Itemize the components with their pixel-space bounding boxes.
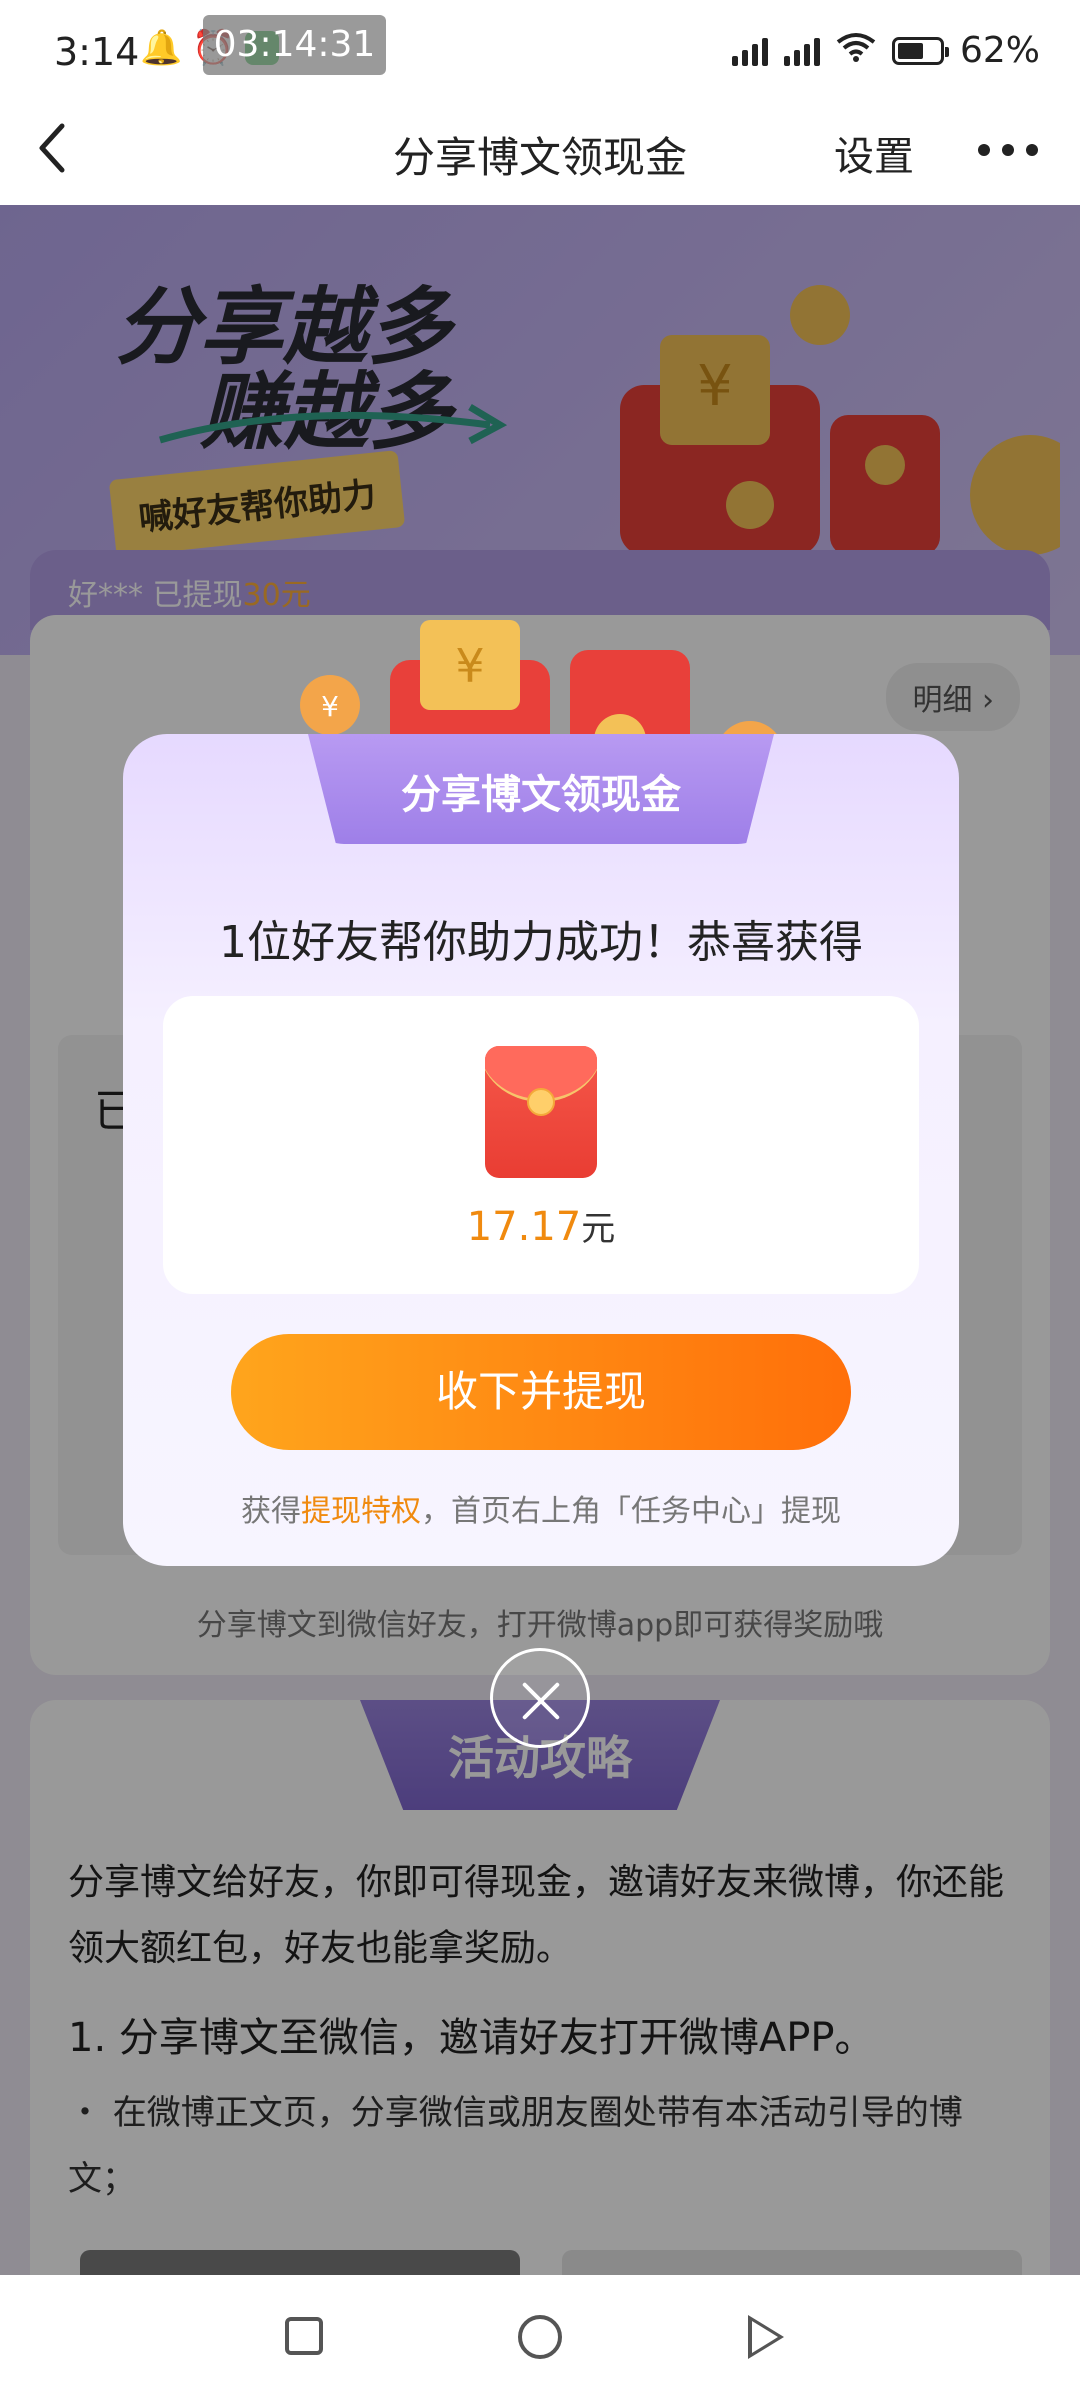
recent-apps-icon[interactable] <box>285 2317 323 2355</box>
settings-button[interactable]: 设置 <box>834 124 914 182</box>
red-envelope-icon <box>485 1046 597 1178</box>
status-bar: 3:14 🔔 ⏰ 03:14:31 62% <box>0 0 1080 100</box>
modal-message: 1位好友帮你助力成功！恭喜获得 <box>219 917 863 968</box>
modal-header-tab: 分享博文领现金 <box>308 734 774 844</box>
signal-icon-2 <box>783 36 820 66</box>
back-nav-icon[interactable] <box>748 2315 784 2359</box>
reward-box: 17.17元 <box>163 996 919 1294</box>
reward-amount: 17.17 <box>466 1204 582 1250</box>
reward-modal: 分享博文领现金 1位好友帮你助力成功！恭喜获得 17.17元 收下并提现 获得提… <box>123 734 959 1566</box>
status-time: 3:14 <box>54 30 140 74</box>
signal-icon <box>731 36 768 66</box>
bell-icon: 🔔 <box>140 28 183 68</box>
svg-text:¥: ¥ <box>455 639 484 693</box>
battery-percent: 62% <box>959 30 1040 71</box>
svg-text:¥: ¥ <box>321 690 339 723</box>
modal-title: 分享博文领现金 <box>401 772 681 818</box>
screen-recording-timer[interactable]: 03:14:31 <box>203 15 386 75</box>
top-nav-bar: 分享博文领现金 设置 <box>0 100 1080 205</box>
wifi-icon <box>836 31 876 71</box>
system-navigation-bar <box>0 2275 1080 2400</box>
battery-icon <box>891 36 949 65</box>
home-icon[interactable] <box>518 2315 562 2359</box>
more-icon[interactable] <box>978 144 1038 156</box>
withdraw-privilege-link[interactable]: 提现特权 <box>301 1494 421 1529</box>
accept-withdraw-button[interactable]: 收下并提现 <box>231 1334 851 1450</box>
page-title: 分享博文领现金 <box>392 133 687 182</box>
reward-unit: 元 <box>581 1209 616 1249</box>
battery-level <box>897 42 923 59</box>
close-modal-button[interactable] <box>490 1648 590 1748</box>
modal-note: 获得提现特权，首页右上角「任务中心」提现 <box>241 1494 841 1529</box>
